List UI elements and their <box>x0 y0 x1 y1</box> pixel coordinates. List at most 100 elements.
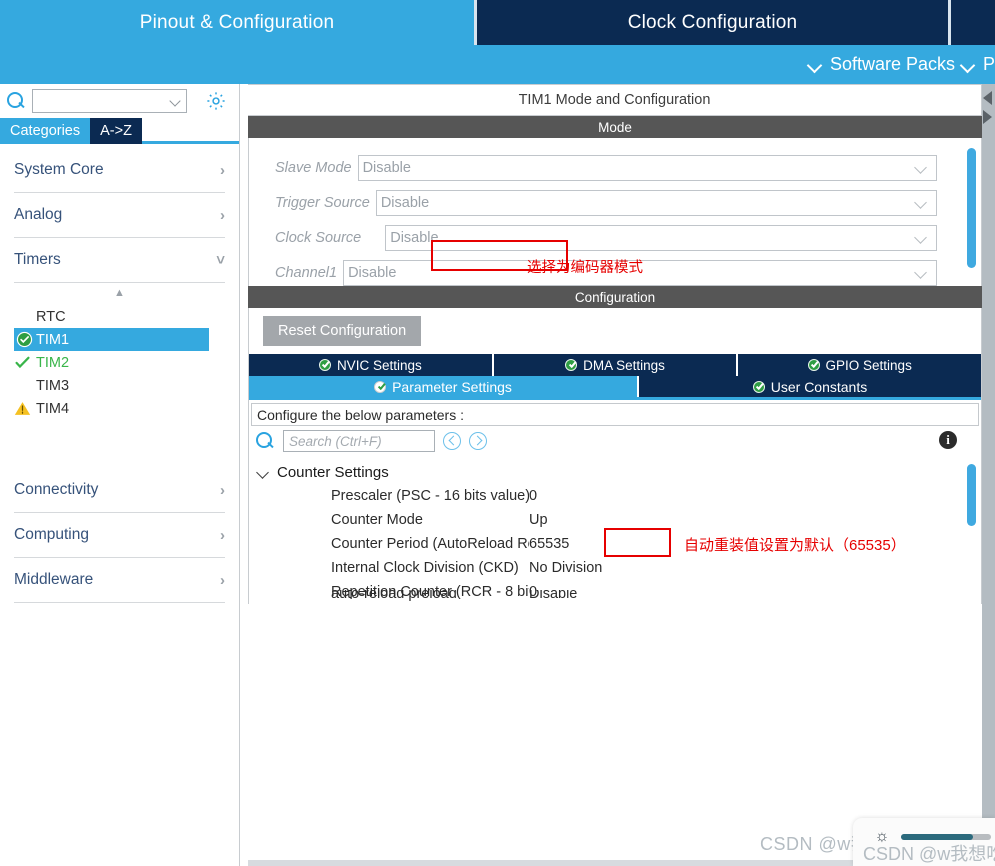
sidebar-item-connectivity[interactable]: Connectivity › <box>14 468 225 513</box>
sidebar-search-input[interactable] <box>32 89 187 113</box>
tab-parameter-settings[interactable]: Parameter Settings <box>249 376 639 397</box>
chevron-right-icon: › <box>220 526 225 544</box>
check-circle-icon <box>565 359 578 371</box>
search-icon <box>6 91 26 111</box>
check-circle-icon <box>318 359 331 371</box>
chevron-right-icon: › <box>220 206 225 224</box>
param-group-counter-settings[interactable]: Counter Settings <box>249 460 981 484</box>
table-row[interactable]: Prescaler (PSC - 16 bits value) 0 <box>249 484 981 508</box>
mode-scrollbar[interactable] <box>967 144 976 280</box>
configuration-tab-row-1: NVIC Settings DMA Settings GPIO Settings <box>249 354 982 376</box>
parameter-search-input[interactable]: Search (Ctrl+F) <box>283 430 435 452</box>
tab-gpio-settings-label: GPIO Settings <box>825 357 912 373</box>
check-circle-icon <box>807 359 820 371</box>
panel-collapse-strip[interactable] <box>982 84 995 866</box>
chevron-down-icon <box>961 58 975 72</box>
tab-pinout-configuration[interactable]: Pinout & Configuration <box>0 0 474 45</box>
sidebar: Categories A->Z System Core › Analog › T… <box>0 84 240 866</box>
sidebar-item-tim4-label: TIM4 <box>36 400 70 417</box>
tab-categories[interactable]: Categories <box>0 118 91 144</box>
configuration-tab-row-2: Parameter Settings User Constants <box>249 376 981 400</box>
chevron-down-icon: ˅ <box>216 251 225 269</box>
collapse-right-arrow-icon[interactable] <box>983 110 992 124</box>
sidebar-item-computing[interactable]: Computing › <box>14 513 225 558</box>
sidebar-item-timers[interactable]: Timers ˅ <box>14 238 225 283</box>
tab-parameter-settings-label: Parameter Settings <box>392 378 512 395</box>
chevron-down-icon <box>915 161 928 174</box>
chevron-right-icon: › <box>220 481 225 499</box>
tab-nvic-settings[interactable]: NVIC Settings <box>249 354 494 376</box>
mode-section-label: Mode <box>598 119 632 135</box>
sidebar-item-tim1[interactable]: TIM1 <box>14 328 209 351</box>
sidebar-item-timers-label: Timers <box>14 251 61 268</box>
tab-pinout-label: Pinout & Configuration <box>139 11 335 33</box>
scroll-spinner-icon[interactable]: ▲ <box>0 283 239 305</box>
sidebar-item-middleware[interactable]: Middleware › <box>14 558 225 603</box>
configure-instruction: Configure the below parameters : <box>251 403 979 426</box>
collapse-left-arrow-icon[interactable] <box>983 91 992 105</box>
configuration-section-label: Configuration <box>574 289 656 305</box>
sidebar-item-tim3[interactable]: TIM3 <box>0 374 239 397</box>
sidebar-item-analog[interactable]: Analog › <box>14 193 225 238</box>
sub-menu-bar: Software Packs Pin <box>0 45 995 84</box>
reset-configuration-row: Reset Configuration <box>249 308 981 354</box>
tab-gpio-settings[interactable]: GPIO Settings <box>738 354 982 376</box>
chevron-down-icon <box>915 266 928 279</box>
chevron-down-icon <box>257 466 269 478</box>
table-row[interactable]: Counter Mode Up <box>249 508 981 532</box>
menu-software-packs[interactable]: Software Packs <box>808 54 955 75</box>
sidebar-item-rtc-label: RTC <box>36 308 66 325</box>
tab-dma-settings[interactable]: DMA Settings <box>493 354 739 376</box>
chevron-right-icon: › <box>220 161 225 179</box>
chevron-left-circle-icon[interactable] <box>443 432 461 450</box>
sidebar-item-tim2[interactable]: TIM2 <box>0 351 239 374</box>
sidebar-item-connectivity-label: Connectivity <box>14 481 99 498</box>
sidebar-item-system-core-label: System Core <box>14 161 104 178</box>
watermark-overlap: CSDN @w我想吃西瓜n <box>863 844 995 864</box>
app-header: Pinout & Configuration Clock Configurati… <box>0 0 995 84</box>
configuration-section-body: Reset Configuration NVIC Settings DMA Se… <box>248 308 982 604</box>
check-circle-icon <box>752 380 765 393</box>
sidebar-item-rtc[interactable]: RTC <box>0 305 239 328</box>
mode-scrollbar-thumb[interactable] <box>967 148 976 268</box>
param-value: No Division <box>529 560 603 576</box>
clock-source-select[interactable]: Disable <box>385 224 937 251</box>
trigger-source-select[interactable]: Disable <box>375 189 937 216</box>
mode-row-clock-source: Clock Source Disable <box>249 220 981 255</box>
tab-a-to-z[interactable]: A->Z <box>90 118 142 144</box>
menu-pinout[interactable]: Pin <box>961 54 995 75</box>
param-name: auto-reload preload <box>331 590 457 602</box>
param-name: Counter Period (AutoReload Registe... <box>331 536 529 552</box>
param-value: 0 <box>529 488 538 504</box>
check-icon <box>14 354 31 371</box>
check-circle-icon <box>374 380 387 393</box>
tab-user-constants[interactable]: User Constants <box>639 376 981 397</box>
sidebar-item-system-core[interactable]: System Core › <box>14 148 225 193</box>
configuration-section-header: Configuration <box>248 286 982 308</box>
brightness-osd: ☼ CSDN @w我想吃西瓜n <box>853 818 995 866</box>
slave-mode-value: Disable <box>362 159 411 176</box>
slave-mode-select[interactable]: Disable <box>357 154 937 181</box>
info-icon[interactable]: i <box>939 431 957 449</box>
sidebar-item-tim4[interactable]: TIM4 <box>0 397 239 420</box>
tab-extra[interactable] <box>948 0 995 45</box>
parameter-list: Counter Settings Prescaler (PSC - 16 bit… <box>249 456 981 604</box>
parameter-scrollbar-thumb[interactable] <box>967 464 976 526</box>
sidebar-category-list: System Core › Analog › Timers ˅ ▲ RTC TI… <box>0 144 239 603</box>
param-name: Prescaler (PSC - 16 bits value) <box>331 488 529 504</box>
channel1-value: Disable <box>348 264 397 281</box>
parameter-scrollbar[interactable] <box>967 458 976 604</box>
sidebar-item-middleware-label: Middleware <box>14 571 94 588</box>
reset-configuration-button[interactable]: Reset Configuration <box>263 316 422 346</box>
check-circle-icon <box>16 331 33 348</box>
search-icon <box>255 431 275 451</box>
mode-section-body: Slave Mode Disable Trigger Source Disabl… <box>248 138 982 286</box>
tab-a-to-z-label: A->Z <box>100 123 132 139</box>
table-row[interactable]: Internal Clock Division (CKD) No Divisio… <box>249 556 981 580</box>
param-value: Up <box>529 512 548 528</box>
tab-clock-configuration[interactable]: Clock Configuration <box>474 0 948 45</box>
configuration-annotation-text: 自动重装值设置为默认（65535） <box>684 537 906 554</box>
gear-icon[interactable] <box>205 90 227 112</box>
chevron-right-circle-icon[interactable] <box>469 432 487 450</box>
